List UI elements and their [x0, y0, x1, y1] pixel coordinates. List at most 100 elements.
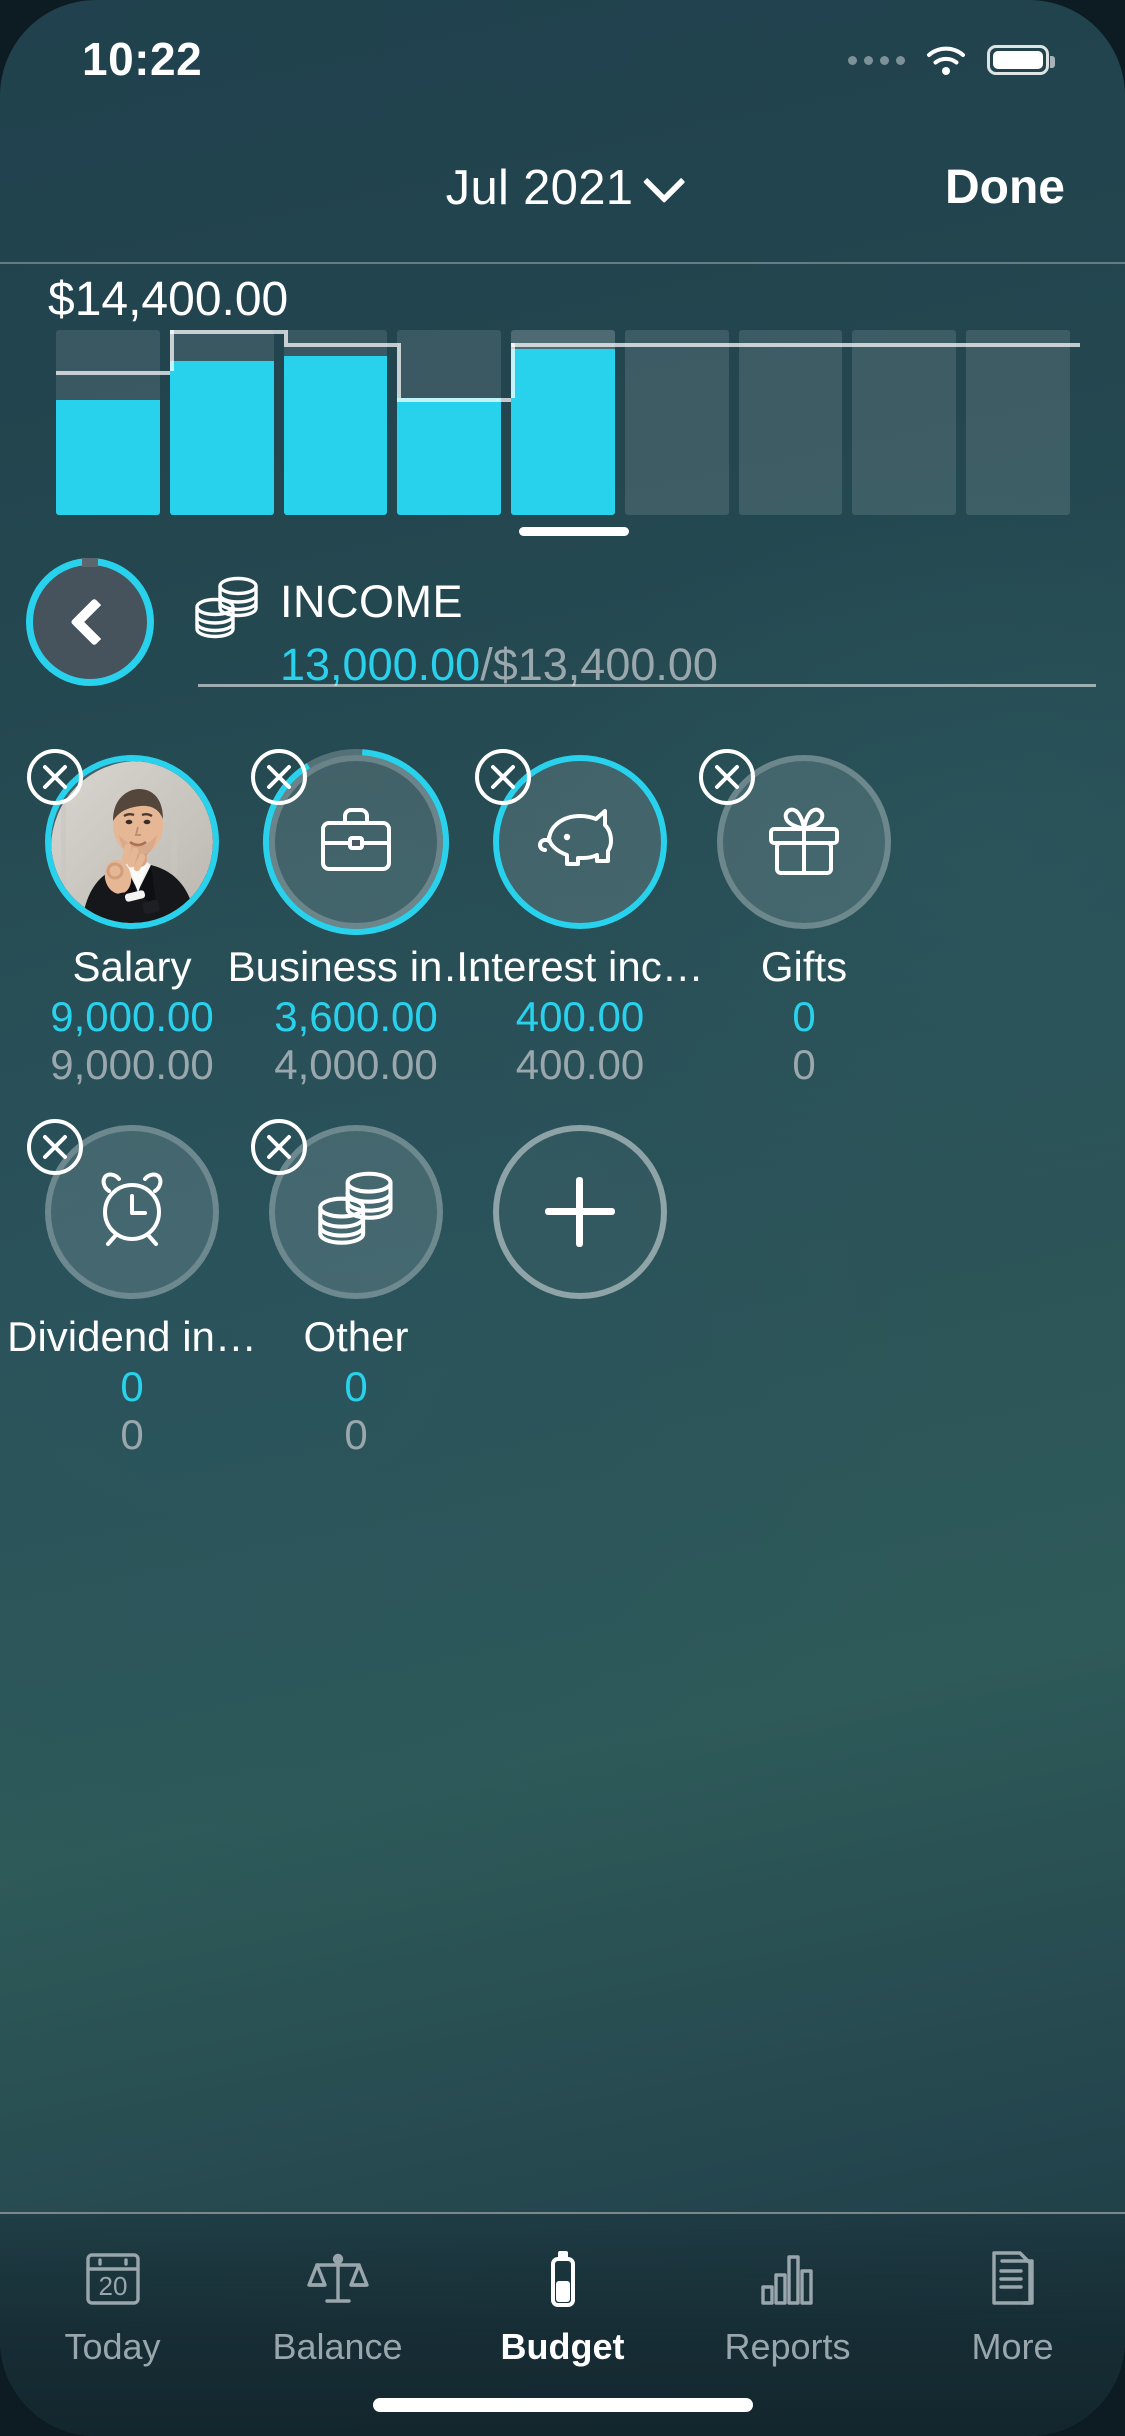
category-bubble-wrap [251, 1119, 443, 1300]
chevron-down-icon [643, 160, 686, 204]
chart-budget-step [283, 330, 288, 343]
category-total: 4,000.00 [274, 1041, 438, 1089]
chart-budget-line [852, 342, 967, 347]
delete-category-button[interactable] [251, 749, 307, 805]
category-label: Other [303, 1313, 409, 1361]
delete-category-button[interactable] [27, 1119, 83, 1176]
chart-budget-line [966, 342, 1080, 347]
category-spent: 3,600.00 [274, 993, 438, 1041]
header-divider [0, 262, 1125, 264]
tab-label: Today [64, 2326, 161, 2367]
category-item[interactable]: Other 0 0 [244, 1119, 468, 1457]
piggy-bank-icon [535, 797, 625, 888]
status-time: 10:22 [82, 33, 203, 85]
category-spent: 0 [344, 1363, 368, 1411]
close-icon [710, 760, 744, 794]
chart-bar[interactable] [511, 330, 615, 515]
category-label: Salary [72, 943, 192, 990]
chart-bar[interactable] [397, 330, 502, 515]
chart-bar[interactable] [966, 330, 1070, 515]
category-row: Dividend in… 0 0 Other 0 0 [0, 1119, 1125, 1495]
bar-chart-icon [755, 2240, 821, 2316]
month-selector[interactable]: Jul 2021 [445, 160, 686, 216]
chart-budget-line [738, 342, 853, 347]
category-spent: 0 [792, 993, 816, 1041]
coins-icon [190, 574, 264, 644]
category-item[interactable]: Business in… 3,600.00 4,000.00 [228, 749, 484, 1089]
category-summary-row: INCOME 13,000.00/$13,400.00 [0, 552, 1125, 694]
chart-bar-track [738, 330, 843, 515]
battery-icon [530, 2240, 596, 2316]
close-icon [38, 1130, 72, 1164]
category-grid: Salary 9,000.00 9,000.00 Business in… 3,600… [0, 749, 1125, 1496]
category-bubble-wrap [251, 749, 449, 935]
month-label: Jul 2021 [445, 161, 634, 215]
coins-icon [312, 1168, 400, 1257]
plus-icon [545, 1177, 615, 1248]
tab-today[interactable]: 20 Today [0, 2214, 225, 2436]
category-label: Gifts [760, 943, 848, 990]
close-icon [486, 760, 520, 794]
summary-total-sep: / [480, 639, 493, 690]
chart-bar[interactable] [56, 330, 160, 515]
category-label: Business in… [227, 943, 485, 990]
chart-amount-label: $14,400.00 [48, 273, 289, 326]
delete-category-button[interactable] [475, 749, 531, 805]
battery-icon [987, 45, 1055, 75]
delete-category-button[interactable] [251, 1119, 307, 1176]
chart-bar[interactable] [169, 330, 274, 515]
add-category-button[interactable] [493, 1125, 667, 1300]
chart-bar-track [624, 330, 729, 515]
category-item[interactable]: Gifts 0 0 [692, 749, 916, 1087]
chart-bar[interactable] [624, 330, 729, 515]
documents-icon [980, 2240, 1046, 2316]
tab-more[interactable]: More [900, 2214, 1125, 2436]
chart-budget-line [56, 370, 170, 375]
chart-bar-fill [511, 348, 615, 515]
chart-bar-track [966, 330, 1070, 515]
svg-text:20: 20 [98, 2271, 127, 2301]
chart-bar[interactable] [852, 330, 957, 515]
delete-category-button[interactable] [699, 749, 755, 805]
category-item[interactable]: Interest inc… 400.00 400.00 [456, 749, 704, 1089]
category-bubble-wrap [475, 749, 667, 929]
home-indicator [372, 2398, 753, 2412]
chart-budget-line [169, 330, 284, 334]
back-button[interactable] [26, 558, 154, 686]
category-spent: 9,000.00 [50, 993, 214, 1041]
phone-screen: 10:22 Jul 2021 Done $14,400.00 INCOME 13… [0, 0, 1125, 2436]
monthly-bar-chart[interactable] [56, 330, 1080, 515]
chevron-left-icon [70, 597, 119, 647]
chart-bar[interactable] [283, 330, 388, 515]
category-total: 9,000.00 [50, 1041, 214, 1089]
category-row: Salary 9,000.00 9,000.00 Business in… 3,600… [0, 749, 1125, 1125]
chart-budget-line [624, 342, 739, 347]
summary-total: $13,400.00 [492, 639, 718, 690]
category-item[interactable]: Salary 9,000.00 9,000.00 [20, 749, 244, 1089]
tab-label: More [971, 2326, 1054, 2367]
summary-category-name: INCOME [280, 576, 463, 627]
close-icon [38, 760, 72, 794]
selected-month-indicator [519, 527, 629, 536]
gift-icon [761, 797, 847, 888]
header-bar: Jul 2021 Done [0, 148, 1125, 253]
category-spent: 400.00 [515, 993, 645, 1041]
chart-bar[interactable] [738, 330, 843, 515]
add-category-item[interactable] [468, 1125, 692, 1457]
category-total: 400.00 [515, 1041, 645, 1089]
tab-label: Balance [272, 2326, 403, 2367]
summary-divider [198, 684, 1096, 687]
done-button[interactable]: Done [945, 160, 1065, 215]
tab-label: Reports [724, 2326, 851, 2367]
status-indicators [848, 44, 1055, 76]
chart-bar-fill [283, 355, 388, 515]
tab-label: Budget [500, 2326, 625, 2367]
briefcase-icon [313, 797, 399, 888]
chart-budget-line [397, 398, 512, 403]
category-item[interactable]: Dividend in… 0 0 [7, 1119, 257, 1457]
delete-category-button[interactable] [27, 749, 83, 805]
category-label: Interest inc… [456, 943, 704, 990]
alarm-clock-icon [87, 1167, 177, 1258]
chart-budget-line [283, 342, 398, 347]
chart-bar-fill [397, 398, 502, 515]
